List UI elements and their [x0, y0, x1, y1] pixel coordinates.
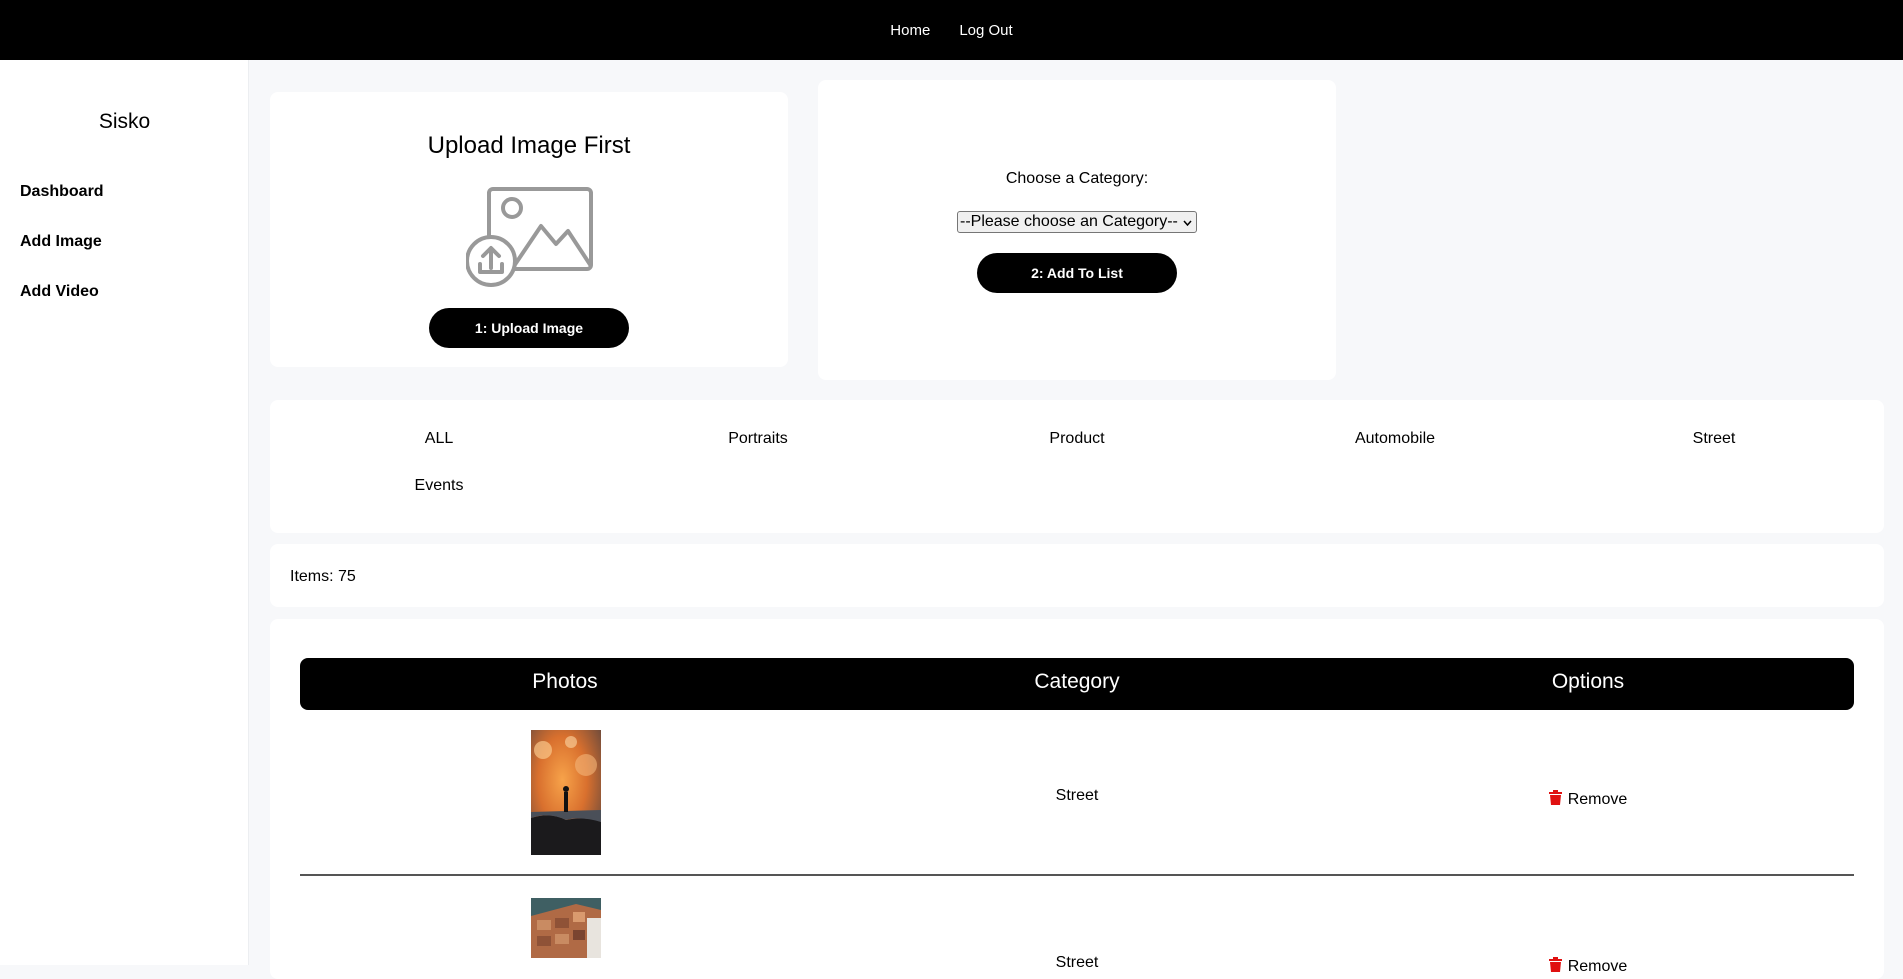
filter-portraits[interactable]: Portraits — [658, 430, 858, 448]
photo-thumbnail[interactable] — [531, 730, 601, 855]
photo-thumbnail[interactable] — [531, 898, 601, 958]
header-options: Options — [1551, 670, 1625, 693]
items-count-card: Items: 75 — [270, 544, 1884, 607]
category-label: Choose a Category: — [1005, 170, 1149, 187]
remove-button[interactable]: Remove — [1438, 957, 1738, 977]
add-to-list-button[interactable]: 2: Add To List — [977, 253, 1177, 293]
logout-link[interactable]: Log Out — [959, 22, 1012, 39]
category-filter-bar: ALL Portraits Product Automobile Street … — [270, 400, 1884, 533]
trash-icon — [1548, 957, 1562, 977]
filter-street[interactable]: Street — [1614, 430, 1814, 448]
remove-button[interactable]: Remove — [1438, 790, 1738, 810]
trash-icon — [1548, 790, 1562, 810]
top-navbar: Home Log Out — [0, 0, 1903, 60]
category-select[interactable]: --Please choose an Category-- — [957, 211, 1197, 233]
sidebar-item-add-image[interactable]: Add Image — [20, 233, 102, 251]
row-category: Street — [1055, 787, 1099, 804]
sidebar-item-add-video[interactable]: Add Video — [20, 283, 99, 301]
image-upload-icon[interactable] — [465, 186, 596, 296]
brand-name: Sisko — [98, 110, 151, 133]
filter-automobile[interactable]: Automobile — [1295, 430, 1495, 448]
table-header: Photos Category Options — [300, 658, 1854, 710]
remove-label: Remove — [1567, 791, 1628, 808]
sidebar: Sisko Dashboard Add Image Add Video — [0, 60, 249, 965]
sidebar-item-dashboard[interactable]: Dashboard — [20, 183, 104, 201]
category-card: Choose a Category: --Please choose an Ca… — [818, 80, 1336, 380]
home-link[interactable]: Home — [890, 22, 930, 39]
row-category: Street — [1055, 954, 1099, 971]
remove-label: Remove — [1567, 958, 1628, 975]
upload-title: Upload Image First — [427, 132, 631, 159]
header-photos: Photos — [532, 670, 598, 693]
filter-events[interactable]: Events — [339, 477, 539, 495]
filter-all[interactable]: ALL — [339, 430, 539, 448]
filter-product[interactable]: Product — [977, 430, 1177, 448]
chevron-down-icon — [1183, 213, 1192, 231]
items-count: Items: 75 — [290, 568, 356, 585]
header-category: Category — [1034, 670, 1120, 693]
upload-card: Upload Image First 1: Upload Image — [270, 92, 788, 367]
photos-table: Photos Category Options Street Remove St… — [270, 619, 1884, 979]
category-select-value: --Please choose an Category-- — [960, 213, 1178, 230]
row-divider — [300, 874, 1854, 876]
upload-image-button[interactable]: 1: Upload Image — [429, 308, 629, 348]
